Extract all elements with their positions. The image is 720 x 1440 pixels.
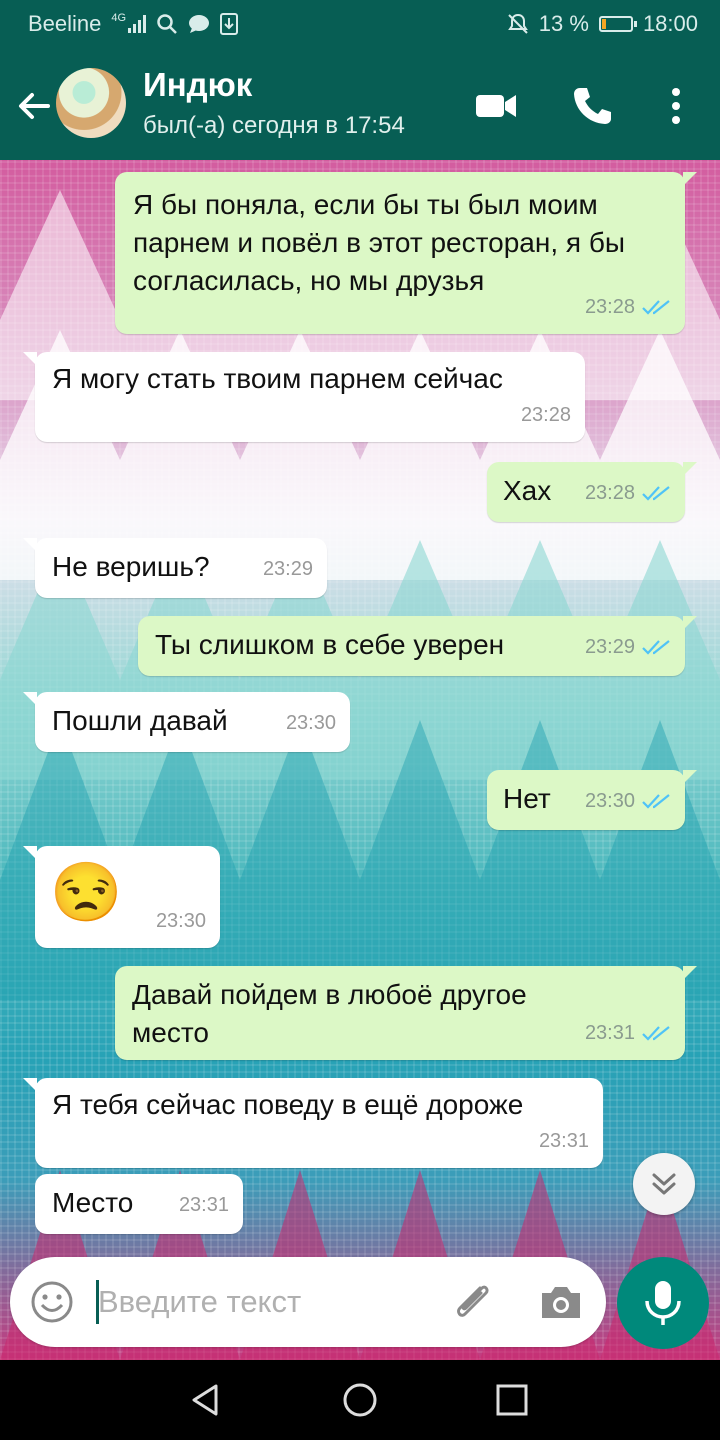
battery-icon (598, 16, 637, 32)
voice-record-button[interactable] (617, 1257, 709, 1349)
message-time: 23:28 (520, 404, 571, 426)
camera-icon[interactable] (538, 1281, 584, 1323)
message-text: Я бы поняла, если бы ты был моим парнем … (133, 189, 625, 296)
emoji-icon[interactable] (30, 1280, 74, 1324)
avatar[interactable] (56, 68, 126, 138)
message-bubble-incoming[interactable]: Не веришь? 23:29 (23, 538, 327, 598)
chat-header: Индюк был(-а) сегодня в 17:54 (0, 48, 720, 160)
network-type: 4G (111, 12, 127, 24)
read-receipt-icon (642, 300, 670, 315)
message-bubble-incoming[interactable]: 😒 23:30 (23, 846, 220, 948)
search-icon (157, 14, 177, 34)
message-bubble-incoming[interactable]: Место 23:31 (35, 1174, 243, 1234)
system-nav-bar (0, 1360, 720, 1440)
message-input[interactable] (98, 1280, 438, 1324)
mute-icon (507, 13, 528, 34)
nav-home-icon[interactable] (340, 1380, 380, 1420)
video-call-icon[interactable] (472, 82, 520, 130)
message-bubble-incoming[interactable]: Я тебя сейчас поведу в ещё дороже 23:31 (23, 1078, 603, 1168)
signal-icon (128, 15, 147, 33)
contact-name[interactable]: Индюк (143, 66, 252, 104)
read-receipt-icon (642, 640, 670, 655)
message-text: Давай пойдем в любоё другое место (132, 979, 527, 1048)
double-chevron-down-icon (652, 1173, 676, 1195)
message-bubble-incoming[interactable]: Пошли давай 23:30 (23, 692, 350, 752)
message-bubble-incoming[interactable]: Я могу стать твоим парнем сейчас 23:28 (23, 352, 585, 442)
phone-icon[interactable] (568, 82, 616, 130)
battery-percent: 13 % (538, 11, 589, 36)
last-seen-status: был(-а) сегодня в 17:54 (143, 112, 405, 139)
message-bubble-outgoing[interactable]: Давай пойдем в любоё другое место 23:31 (115, 966, 697, 1060)
chat-notification-icon (189, 15, 210, 33)
nav-recents-icon[interactable] (492, 1380, 532, 1420)
message-time: 23:29 (584, 636, 635, 658)
message-bubble-outgoing[interactable]: Хах 23:28 (487, 462, 697, 522)
message-time: 23:29 (262, 558, 313, 580)
read-receipt-icon (642, 1026, 670, 1041)
status-bar: Beeline 4G 13 % 18:00 (0, 0, 720, 48)
message-time: 23:28 (584, 296, 635, 318)
message-time: 23:31 (178, 1194, 229, 1216)
message-text: Я тебя сейчас поведу в ещё дороже (52, 1089, 524, 1120)
back-arrow-icon[interactable] (12, 84, 56, 128)
download-icon (220, 13, 239, 35)
message-time: 23:28 (584, 482, 635, 504)
microphone-icon (645, 1281, 681, 1325)
message-bubble-outgoing[interactable]: Я бы поняла, если бы ты был моим парнем … (115, 172, 697, 334)
message-bubble-outgoing[interactable]: Ты слишком в себе уверен 23:29 (138, 616, 697, 676)
message-time: 23:30 (584, 790, 635, 812)
message-bubble-outgoing[interactable]: Нет 23:30 (487, 770, 697, 830)
clock: 18:00 (642, 11, 698, 36)
chat-area[interactable]: Я бы поняла, если бы ты был моим парнем … (0, 160, 720, 1360)
carrier-label: Beeline (28, 11, 102, 36)
message-time: 23:30 (155, 910, 206, 932)
message-text: Я могу стать твоим парнем сейчас (52, 363, 503, 394)
read-receipt-icon (642, 486, 670, 501)
read-receipt-icon (642, 794, 670, 809)
attachment-icon[interactable] (450, 1280, 498, 1324)
message-time: 23:31 (584, 1022, 635, 1044)
message-time: 23:30 (285, 712, 336, 734)
nav-back-icon[interactable] (186, 1380, 226, 1420)
message-time: 23:31 (538, 1130, 589, 1152)
scroll-to-bottom-button[interactable] (633, 1153, 695, 1215)
more-vert-icon[interactable] (652, 82, 700, 130)
